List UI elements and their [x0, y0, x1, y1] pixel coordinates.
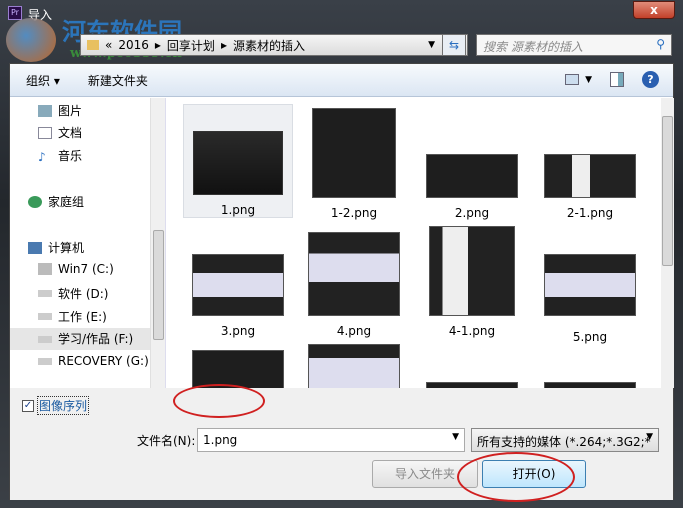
- sidebar-item-label: 软件 (D:): [58, 287, 109, 301]
- close-button[interactable]: x: [633, 1, 675, 19]
- drive-icon: [38, 313, 52, 320]
- sidebar-scrollbar[interactable]: [150, 98, 165, 388]
- search-input[interactable]: 搜索 源素材的插入 ⚲: [476, 34, 672, 56]
- navigation-pane: 图片 文档 ♪ 音乐 家庭组 计算机 Win7 (C:) 软件 (D:) 工作 (…: [10, 98, 166, 388]
- view-options-icon[interactable]: [565, 74, 580, 85]
- sidebar-item-homegroup[interactable]: 家庭组: [28, 193, 84, 210]
- filetype-select[interactable]: 所有支持的媒体 (*.264;*.3G2;* ▼: [471, 428, 659, 452]
- file-name: 4.png: [336, 324, 372, 338]
- file-grid: 1.png 1-2.png 2.png 2-1.png 3.png 4.png …: [167, 98, 661, 388]
- file-name: 4-1.png: [448, 324, 496, 338]
- file-item[interactable]: [535, 224, 645, 316]
- file-name: 2.png: [454, 206, 490, 220]
- dialog-body: 组织 ▾ 新建文件夹 ▼ ? 图片 文档 ♪ 音乐 家庭组 计算机 Win7 (C…: [9, 63, 674, 502]
- sidebar-item-drive-c[interactable]: Win7 (C:): [38, 262, 114, 276]
- toolbar: 组织 ▾ 新建文件夹 ▼ ?: [10, 64, 673, 97]
- sidebar-item-label: 工作 (E:): [58, 310, 107, 324]
- breadcrumb-2016[interactable]: 2016: [118, 38, 149, 52]
- address-bar[interactable]: « 2016 ▸ 回享计划 ▸ 源素材的插入 ▼: [80, 34, 468, 56]
- sidebar-item-drive-d[interactable]: 软件 (D:): [38, 285, 108, 302]
- sidebar-item-drive-g[interactable]: RECOVERY (G:): [38, 354, 149, 368]
- checkbox-check-icon[interactable]: ✓: [22, 399, 34, 412]
- filename-label: 文件名(N):: [137, 434, 196, 448]
- content-scrollbar[interactable]: [661, 98, 674, 388]
- address-dropdown-icon[interactable]: ▼: [428, 40, 435, 50]
- file-item[interactable]: 3.png: [183, 224, 293, 338]
- file-name: 3.png: [220, 324, 256, 338]
- file-item[interactable]: [183, 350, 293, 388]
- file-item[interactable]: 2-1.png: [535, 104, 645, 220]
- scrollbar-thumb[interactable]: [662, 116, 673, 266]
- breadcrumb-overflow[interactable]: «: [105, 38, 112, 52]
- music-icon: ♪: [38, 149, 46, 164]
- search-icon[interactable]: ⚲: [656, 37, 665, 51]
- refresh-button[interactable]: ⇆: [442, 34, 466, 56]
- file-label-5: 5.png: [535, 322, 645, 344]
- view-dropdown-icon[interactable]: ▼: [585, 75, 592, 85]
- file-item[interactable]: 4-1.png: [417, 224, 527, 338]
- image-sequence-label[interactable]: 图像序列: [37, 396, 90, 415]
- file-name: 5.png: [572, 330, 608, 344]
- homegroup-icon: [28, 195, 42, 208]
- sidebar-item-label: 文档: [58, 126, 83, 140]
- help-icon[interactable]: ?: [642, 71, 659, 88]
- sidebar-item-drive-f[interactable]: 学习/作品 (F:): [10, 328, 150, 350]
- chevron-down-icon[interactable]: ▼: [452, 432, 459, 442]
- file-item[interactable]: [299, 344, 409, 388]
- filename-input[interactable]: 1.png ▼: [197, 428, 465, 452]
- premiere-app-icon: Pr: [8, 6, 22, 20]
- preview-pane-icon[interactable]: [610, 72, 624, 87]
- sidebar-item-documents[interactable]: 文档: [38, 124, 82, 141]
- file-item[interactable]: 1.png: [183, 104, 293, 218]
- file-name: 1-2.png: [330, 206, 378, 220]
- sidebar-item-computer[interactable]: 计算机: [28, 239, 84, 256]
- sidebar-item-pictures[interactable]: 图片: [38, 102, 82, 119]
- pictures-icon: [38, 104, 52, 117]
- drive-icon: [38, 263, 52, 275]
- sidebar-item-music[interactable]: ♪ 音乐: [38, 147, 82, 164]
- computer-icon: [28, 241, 42, 254]
- image-sequence-checkbox[interactable]: ✓ 图像序列: [22, 396, 90, 415]
- dialog-footer: ✓ 图像序列 文件名(N): 1.png ▼ 所有支持的媒体 (*.264;*.3G…: [10, 384, 673, 502]
- file-name: 2-1.png: [566, 206, 614, 220]
- file-item[interactable]: 4.png: [299, 224, 409, 338]
- sidebar-item-label: 学习/作品 (F:): [58, 332, 134, 346]
- sidebar-item-label: 音乐: [58, 149, 83, 163]
- file-item[interactable]: 1-2.png: [299, 104, 409, 220]
- breadcrumb-separator[interactable]: ▸: [221, 38, 227, 52]
- breadcrumb-plan[interactable]: 回享计划: [167, 37, 215, 54]
- sidebar-item-label: 家庭组: [48, 195, 85, 209]
- file-item[interactable]: 2.png: [417, 104, 527, 220]
- documents-icon: [38, 126, 52, 139]
- annotation-circle: [173, 384, 265, 418]
- organize-menu[interactable]: 组织 ▾: [26, 72, 60, 89]
- file-name: 1.png: [220, 203, 256, 217]
- sidebar-item-drive-e[interactable]: 工作 (E:): [38, 308, 107, 325]
- filename-value: 1.png: [203, 433, 238, 447]
- breadcrumb-current[interactable]: 源素材的插入: [233, 37, 305, 54]
- drive-icon: [38, 357, 52, 365]
- sidebar-item-label: 图片: [58, 104, 83, 118]
- sidebar-item-label: 计算机: [48, 241, 85, 255]
- sidebar-item-label: RECOVERY (G:): [58, 354, 149, 368]
- new-folder-button[interactable]: 新建文件夹: [88, 72, 148, 89]
- scrollbar-thumb[interactable]: [153, 230, 164, 340]
- sidebar-item-label: Win7 (C:): [58, 262, 114, 276]
- watermark-logo-icon: [6, 18, 56, 62]
- chevron-down-icon[interactable]: ▼: [646, 432, 653, 442]
- filetype-value: 所有支持的媒体 (*.264;*.3G2;*: [477, 435, 651, 449]
- search-placeholder: 搜索 源素材的插入: [483, 40, 583, 54]
- drive-icon: [38, 335, 52, 343]
- annotation-circle: [457, 452, 575, 502]
- folder-icon: [87, 40, 99, 50]
- drive-icon: [38, 290, 52, 297]
- breadcrumb-separator[interactable]: ▸: [155, 38, 161, 52]
